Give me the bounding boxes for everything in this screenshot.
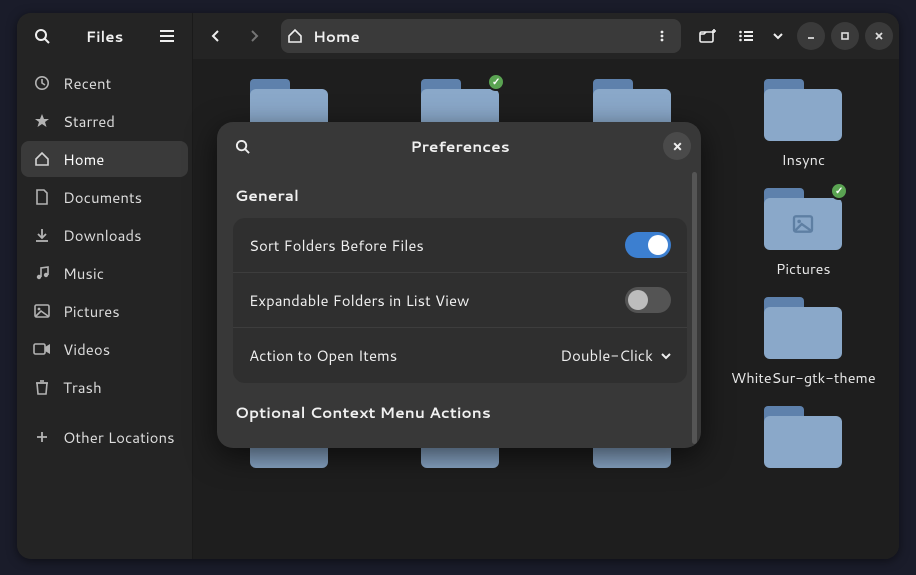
sidebar-item-label: Recent bbox=[63, 73, 111, 94]
sidebar-item-label: Home bbox=[63, 149, 104, 170]
search-icon bbox=[235, 139, 250, 154]
pref-action-open-label: Action to Open Items bbox=[249, 345, 397, 366]
toolbar: Home bbox=[193, 13, 899, 59]
kebab-icon bbox=[655, 29, 669, 43]
folder-icon: ✓ bbox=[764, 188, 842, 250]
preferences-dialog: Preferences General Sort Folders Before … bbox=[217, 122, 701, 448]
sidebar-item-label: Pictures bbox=[63, 301, 120, 322]
section-context: Optional Context Menu Actions bbox=[235, 401, 685, 423]
sidebar-item-label: Documents bbox=[63, 187, 142, 208]
sidebar-item-downloads[interactable]: Downloads bbox=[21, 217, 188, 253]
sidebar-item-label: Videos bbox=[63, 339, 110, 360]
pref-expandable-label: Expandable Folders in List View bbox=[249, 290, 469, 311]
chevron-right-icon bbox=[247, 29, 261, 43]
minimize-button[interactable] bbox=[797, 22, 825, 50]
clock-icon bbox=[33, 75, 51, 91]
sync-badge-icon: ✓ bbox=[487, 73, 505, 91]
dialog-body: General Sort Folders Before Files Expand… bbox=[217, 170, 701, 448]
close-button[interactable] bbox=[865, 22, 893, 50]
pathbar[interactable]: Home bbox=[281, 19, 681, 53]
section-general: General bbox=[235, 184, 685, 206]
sidebar-item-label: Downloads bbox=[63, 225, 142, 246]
sort-folders-toggle[interactable] bbox=[625, 232, 671, 258]
chevron-down-icon bbox=[773, 32, 783, 40]
folder-label: Pictures bbox=[776, 258, 831, 279]
window-controls bbox=[797, 22, 893, 50]
close-icon bbox=[874, 31, 884, 41]
dialog-title: Preferences bbox=[263, 135, 657, 157]
app-title: Files bbox=[63, 26, 146, 47]
folder-plus-icon bbox=[699, 28, 717, 44]
new-tab-button[interactable] bbox=[691, 19, 725, 53]
dialog-search-button[interactable] bbox=[227, 131, 257, 161]
chevron-left-icon bbox=[209, 29, 223, 43]
sidebar-item-label: Trash bbox=[63, 377, 102, 398]
music-icon bbox=[33, 265, 51, 281]
forward-button[interactable] bbox=[237, 19, 271, 53]
sidebar-item-recent[interactable]: Recent bbox=[21, 65, 188, 101]
video-icon bbox=[33, 343, 51, 355]
sidebar-item-documents[interactable]: Documents bbox=[21, 179, 188, 215]
folder-item[interactable] bbox=[718, 406, 890, 476]
folder-label: Insync bbox=[781, 149, 825, 170]
sidebar-item-label: Other Locations bbox=[63, 427, 175, 448]
download-icon bbox=[33, 227, 51, 243]
pref-sort-folders-label: Sort Folders Before Files bbox=[249, 235, 424, 256]
action-open-value: Double-Click bbox=[560, 345, 653, 366]
view-list-button[interactable] bbox=[729, 19, 763, 53]
search-icon bbox=[34, 28, 50, 44]
minimize-icon bbox=[806, 31, 816, 41]
maximize-button[interactable] bbox=[831, 22, 859, 50]
sidebar-item-home[interactable]: Home bbox=[21, 141, 188, 177]
chevron-down-icon bbox=[661, 352, 671, 360]
sidebar-item-starred[interactable]: Starred bbox=[21, 103, 188, 139]
folder-icon bbox=[764, 406, 842, 468]
star-icon bbox=[33, 113, 51, 129]
sidebar-item-trash[interactable]: Trash bbox=[21, 369, 188, 405]
folder-item[interactable]: WhiteSur-gtk-theme bbox=[718, 297, 890, 388]
search-button[interactable] bbox=[25, 19, 59, 53]
dialog-close-button[interactable] bbox=[663, 132, 691, 160]
view-options-button[interactable] bbox=[767, 19, 789, 53]
sidebar-list: Recent Starred Home Documents Downloads Music… bbox=[17, 59, 192, 461]
folder-item[interactable]: Insync bbox=[718, 79, 890, 170]
folder-label: WhiteSur-gtk-theme bbox=[731, 367, 876, 388]
action-open-combo[interactable]: Double-Click bbox=[560, 345, 671, 366]
trash-icon bbox=[33, 379, 51, 395]
pref-expandable: Expandable Folders in List View bbox=[233, 273, 687, 328]
pref-list-general: Sort Folders Before Files Expandable Fol… bbox=[233, 218, 687, 383]
plus-icon bbox=[33, 430, 51, 444]
home-icon bbox=[287, 28, 303, 44]
path-menu-button[interactable] bbox=[649, 23, 675, 49]
maximize-icon bbox=[840, 31, 850, 41]
sidebar-item-label: Music bbox=[63, 263, 104, 284]
expandable-toggle[interactable] bbox=[625, 287, 671, 313]
path-label: Home bbox=[313, 26, 360, 47]
pref-sort-folders: Sort Folders Before Files bbox=[233, 218, 687, 273]
hamburger-icon bbox=[159, 29, 175, 43]
close-icon bbox=[672, 141, 683, 152]
sidebar-item-label: Starred bbox=[63, 111, 115, 132]
list-icon bbox=[738, 29, 754, 43]
sidebar-header: Files bbox=[17, 13, 192, 59]
folder-icon bbox=[764, 297, 842, 359]
sidebar-item-videos[interactable]: Videos bbox=[21, 331, 188, 367]
folder-item[interactable]: ✓ Pictures bbox=[718, 188, 890, 279]
sidebar: Files Recent Starred Home Documents Download… bbox=[17, 13, 193, 559]
sidebar-item-other-locations[interactable]: Other Locations bbox=[21, 419, 188, 455]
sync-badge-icon: ✓ bbox=[830, 182, 848, 200]
sidebar-item-pictures[interactable]: Pictures bbox=[21, 293, 188, 329]
folder-icon bbox=[764, 79, 842, 141]
picture-icon bbox=[33, 304, 51, 318]
dialog-header: Preferences bbox=[217, 122, 701, 170]
back-button[interactable] bbox=[199, 19, 233, 53]
pref-action-open: Action to Open Items Double-Click bbox=[233, 328, 687, 383]
home-icon bbox=[33, 151, 51, 167]
sidebar-menu-button[interactable] bbox=[150, 19, 184, 53]
doc-icon bbox=[33, 189, 51, 205]
sidebar-item-music[interactable]: Music bbox=[21, 255, 188, 291]
